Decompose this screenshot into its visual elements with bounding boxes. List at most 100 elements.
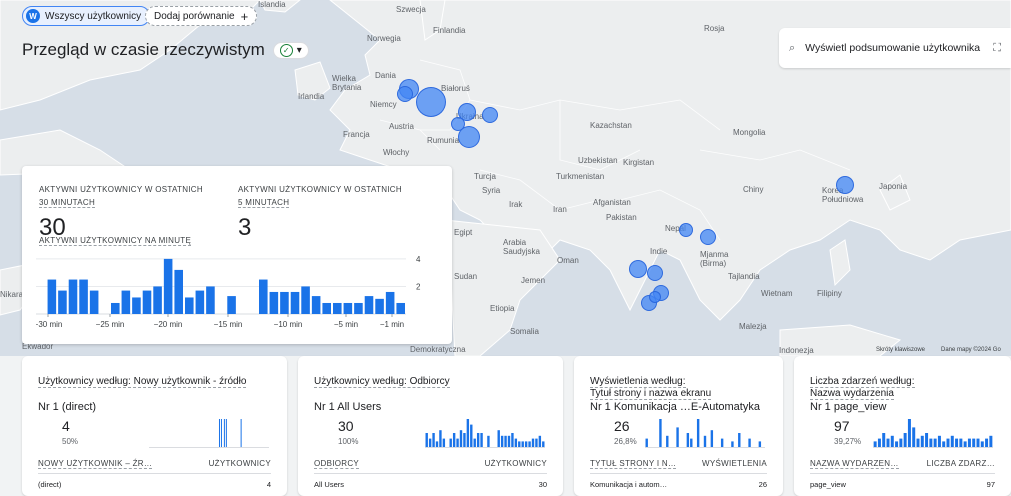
per-minute-bar[interactable] bbox=[132, 297, 141, 314]
per-minute-bar[interactable] bbox=[322, 302, 331, 314]
per-minute-bar[interactable] bbox=[153, 286, 162, 314]
plus-icon: + bbox=[240, 8, 249, 24]
card-col2-header[interactable]: LICZBA ZDARZ… bbox=[927, 459, 995, 469]
card-table-header: ODBIORCY UŻYTKOWNICY bbox=[314, 459, 547, 469]
table-row[interactable]: All Users 30 bbox=[314, 480, 547, 489]
per-minute-bar[interactable] bbox=[385, 291, 395, 314]
add-comparison-button[interactable]: Dodaj porównanie + bbox=[145, 6, 258, 26]
per-minute-bar[interactable] bbox=[121, 290, 131, 314]
row-value: 97 bbox=[986, 480, 995, 489]
card-col1-header[interactable]: TYTUŁ STRONY I N… bbox=[590, 459, 677, 469]
sparkline-bar bbox=[912, 427, 916, 447]
active-users-bubble[interactable] bbox=[679, 223, 693, 237]
per-minute-bar[interactable] bbox=[142, 290, 152, 314]
active-users-bubble[interactable] bbox=[700, 229, 716, 245]
row-value: 4 bbox=[266, 480, 271, 489]
card-col1-header[interactable]: ODBIORCY bbox=[314, 459, 360, 469]
per-minute-bar[interactable] bbox=[206, 286, 215, 314]
map-country-label: Chiny bbox=[743, 185, 764, 194]
sparkline-bar bbox=[528, 441, 531, 447]
active-users-bubble[interactable] bbox=[482, 107, 498, 123]
metric-30min-label-line2: 30 MINUTACH bbox=[39, 198, 96, 208]
per-minute-bar[interactable] bbox=[174, 269, 183, 314]
card-sparkline bbox=[149, 419, 269, 448]
active-users-bubble[interactable] bbox=[649, 291, 661, 303]
table-row[interactable]: page_view 97 bbox=[810, 480, 995, 489]
active-users-bubble[interactable] bbox=[629, 260, 647, 278]
sparkline-bar bbox=[538, 435, 542, 447]
per-minute-bar[interactable] bbox=[290, 291, 300, 314]
table-row[interactable]: (direct) 4 bbox=[38, 480, 271, 489]
map-country-label: Rumunia bbox=[427, 136, 460, 145]
per-minute-bar[interactable] bbox=[333, 302, 342, 314]
sparkline-bar bbox=[459, 430, 463, 447]
map-country-label: Jemen bbox=[521, 276, 546, 285]
per-minute-bar[interactable] bbox=[47, 279, 57, 314]
per-minute-bar[interactable] bbox=[269, 291, 279, 314]
per-minute-bar[interactable] bbox=[259, 279, 268, 314]
fullscreen-icon[interactable]: ⛶ bbox=[993, 42, 1001, 55]
table-row[interactable]: Komunikacja i autom… 26 bbox=[590, 480, 767, 489]
card-title[interactable]: Użytkownicy według: Nowy użytkownik - źr… bbox=[38, 376, 247, 388]
card-col1-header[interactable]: NOWY UŻYTKOWNIK – ŹR… bbox=[38, 459, 153, 469]
card-col2-header[interactable]: UŻYTKOWNICY bbox=[485, 459, 547, 469]
map-country-label: Somalia bbox=[510, 327, 539, 336]
sparkline-bar bbox=[507, 435, 511, 447]
card-subtitle-text: Tytuł strony i nazwa ekranu bbox=[590, 388, 712, 400]
sparkline-bar bbox=[500, 435, 504, 447]
per-minute-bar[interactable] bbox=[354, 302, 363, 314]
segment-chip-all-users[interactable]: W Wszyscy użytkownicy bbox=[22, 6, 151, 26]
user-summary-button[interactable]: ⌕ Wyświetl podsumowanie użytkownika ⛶ bbox=[779, 28, 1011, 68]
sparkline-bar bbox=[873, 441, 877, 447]
card-title[interactable]: Liczba zdarzeń według: Nazwa wydarzenia bbox=[810, 376, 915, 400]
card-table-header: NOWY UŻYTKOWNIK – ŹR… UŻYTKOWNICY bbox=[38, 459, 271, 469]
per-minute-bar[interactable] bbox=[195, 290, 205, 314]
per-minute-bar[interactable] bbox=[89, 290, 99, 314]
active-users-bubble[interactable] bbox=[416, 87, 446, 117]
sparkline-bar bbox=[449, 438, 452, 447]
card-title[interactable]: Użytkownicy według: Odbiorcy bbox=[314, 376, 450, 388]
map-country-label: Kirgistan bbox=[623, 158, 655, 167]
status-dropdown[interactable]: ✓ ▾ bbox=[272, 41, 309, 59]
card-col2-header[interactable]: WYŚWIETLENIA bbox=[702, 459, 767, 469]
map-country-label: Mjanma (Birma) bbox=[700, 250, 729, 268]
per-minute-bar[interactable] bbox=[375, 298, 384, 314]
map-country-label: Szwecja bbox=[396, 5, 426, 14]
per-minute-bar[interactable] bbox=[364, 296, 374, 314]
sparkline-bar bbox=[950, 435, 954, 447]
per-minute-bar[interactable] bbox=[343, 302, 353, 314]
per-minute-bar[interactable] bbox=[163, 258, 173, 314]
per-minute-bar[interactable] bbox=[58, 290, 67, 314]
per-minute-bar[interactable] bbox=[311, 296, 321, 314]
page-title-row: Przegląd w czasie rzeczywistym ✓ ▾ bbox=[22, 40, 309, 60]
card-views-by-page[interactable]: Wyświetlenia według: Tytuł strony i nazwa… bbox=[574, 356, 783, 496]
card-col2-header[interactable]: UŻYTKOWNICY bbox=[209, 459, 271, 469]
per-minute-bar[interactable] bbox=[280, 291, 289, 314]
per-minute-bar[interactable] bbox=[185, 297, 194, 314]
keyboard-shortcuts-link[interactable]: Skróty klawiszowe bbox=[876, 347, 925, 353]
active-users-bubble[interactable] bbox=[647, 265, 663, 281]
x-tick-label: −5 min bbox=[334, 320, 358, 329]
per-minute-bar[interactable] bbox=[68, 279, 78, 314]
per-minute-bar[interactable] bbox=[396, 302, 405, 314]
map-country-label: Francja bbox=[343, 130, 370, 139]
card-col1-header[interactable]: NAZWA WYDARZEN… bbox=[810, 459, 899, 469]
active-users-bubble[interactable] bbox=[451, 117, 465, 131]
active-users-bubble[interactable] bbox=[836, 176, 854, 194]
metric-5min-label[interactable]: AKTYWNI UŻYTKOWNICY W OSTATNICH 5 MINUTA… bbox=[238, 183, 402, 209]
card-users-by-audience[interactable]: Użytkownicy według: Odbiorcy Nr 1 All Use… bbox=[298, 356, 563, 496]
per-minute-bar[interactable] bbox=[227, 296, 236, 314]
sparkline-bar bbox=[690, 438, 693, 447]
card-events-by-name[interactable]: Liczba zdarzeń według: Nazwa wydarzenia Nr… bbox=[794, 356, 1011, 496]
card-title[interactable]: Wyświetlenia według: Tytuł strony i nazwa… bbox=[590, 376, 712, 400]
card-users-by-source[interactable]: Użytkownicy według: Nowy użytkownik - źr… bbox=[22, 356, 287, 496]
active-users-bubble[interactable] bbox=[397, 86, 413, 102]
metric-30min-label[interactable]: AKTYWNI UŻYTKOWNICY W OSTATNICH 30 MINUT… bbox=[39, 183, 203, 209]
per-minute-bar[interactable] bbox=[301, 286, 310, 314]
per-minute-bar[interactable] bbox=[79, 279, 88, 314]
per-minute-chart[interactable]: 4 2 −30 min −25 min −20 min −15 min −10 min −5 … bbox=[36, 248, 436, 334]
per-minute-bar[interactable] bbox=[111, 302, 120, 314]
sparkline-bar bbox=[942, 441, 946, 447]
sparkline-bar bbox=[473, 438, 476, 447]
map-country-label: Niemcy bbox=[370, 100, 397, 109]
